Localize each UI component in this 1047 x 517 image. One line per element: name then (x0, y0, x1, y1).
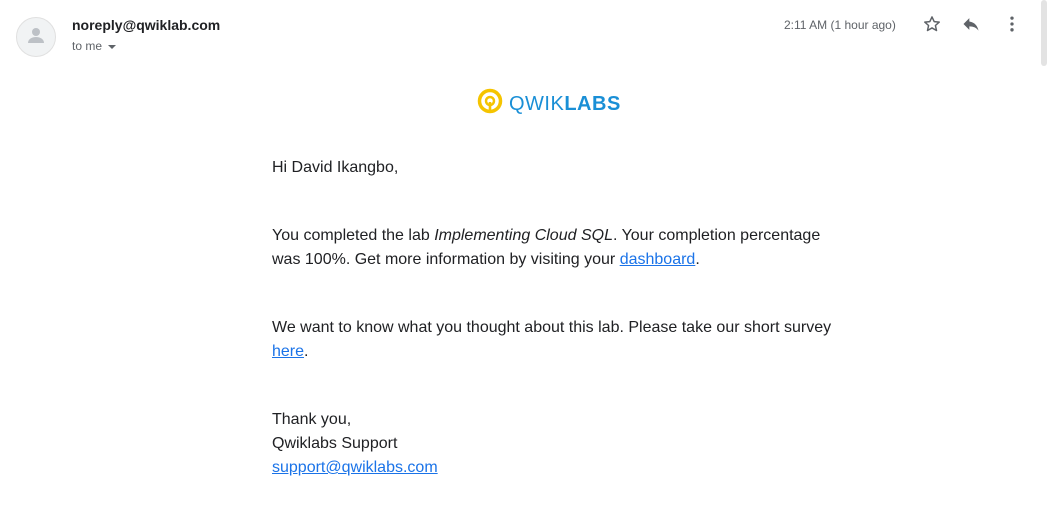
logo-text-qwik: QWIK (509, 92, 565, 115)
recipient-label: to me (72, 39, 103, 53)
survey-paragraph: We want to know what you thought about t… (272, 316, 832, 364)
dashboard-link[interactable]: dashboard (620, 251, 696, 268)
completion-paragraph: You completed the lab Implementing Cloud… (272, 224, 832, 272)
qwiklabs-logo: QWIKLABS (477, 88, 621, 119)
more-options-button[interactable] (998, 12, 1026, 40)
survey-text-end: . (304, 343, 309, 360)
signoff: Thank you, (272, 411, 352, 428)
star-icon (922, 14, 942, 39)
logo-wordmark: QWIKLABS (509, 92, 621, 116)
greeting: Hi David Ikangbo, (272, 159, 399, 176)
survey-link[interactable]: here (272, 343, 304, 360)
star-button[interactable] (918, 12, 946, 40)
sender-address[interactable]: noreply@qwiklab.com (72, 17, 220, 33)
scrollbar[interactable] (1041, 0, 1047, 66)
support-email-link[interactable]: support@qwiklabs.com (272, 459, 438, 476)
caret-down-icon[interactable] (107, 39, 117, 53)
logo-text-labs: LABS (564, 92, 621, 115)
sender-avatar[interactable] (16, 17, 56, 57)
recipient-line[interactable]: to me (72, 39, 117, 53)
email-body: Hi David Ikangbo, You completed the lab … (272, 156, 832, 480)
survey-text: We want to know what you thought about t… (272, 319, 832, 336)
reply-icon (961, 14, 981, 39)
qwiklabs-logo-icon (477, 88, 503, 119)
completion-text-start: You completed the lab (272, 227, 435, 244)
lab-name: Implementing Cloud SQL (434, 227, 613, 244)
completion-text-end: . (695, 251, 700, 268)
timestamp: 2:11 AM (1 hour ago) (784, 18, 896, 32)
reply-button[interactable] (957, 12, 985, 40)
signature: Qwiklabs Support (272, 435, 398, 452)
more-vert-icon (1002, 14, 1022, 39)
person-icon (24, 23, 48, 52)
